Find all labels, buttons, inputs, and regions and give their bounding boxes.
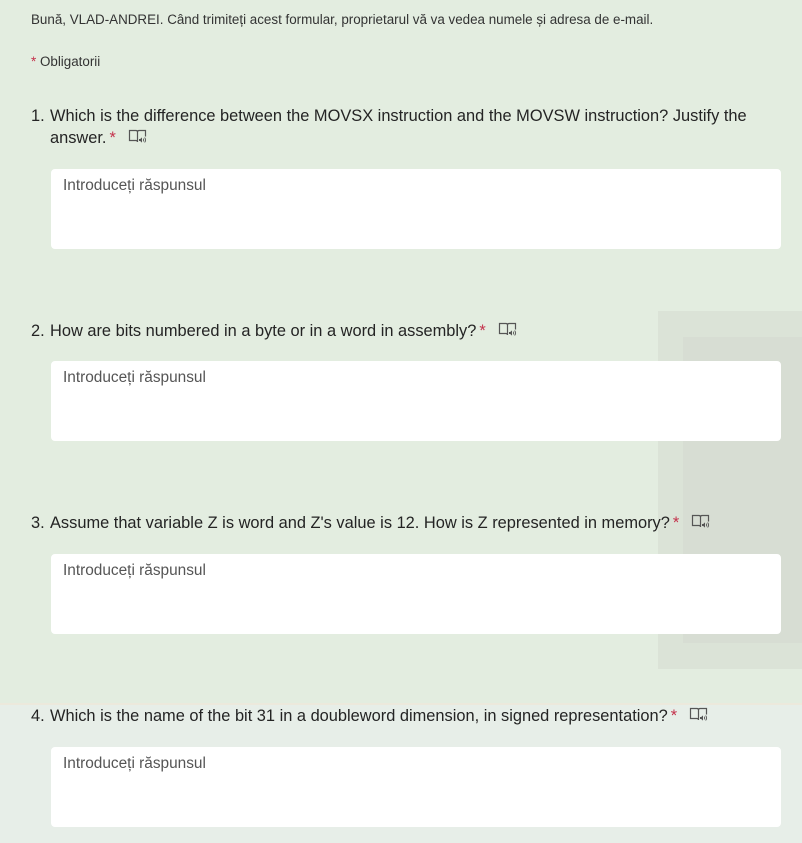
answer-input[interactable]: [52, 170, 780, 248]
required-star: *: [672, 514, 680, 532]
answer-input[interactable]: [52, 748, 780, 826]
required-label: Obligatorii: [39, 54, 101, 69]
required-star: *: [31, 54, 37, 69]
answer-box-1[interactable]: [51, 169, 781, 249]
answer-input[interactable]: [52, 362, 780, 440]
required-star: *: [670, 707, 678, 725]
question-text: Which is the name of the bit 31 in a dou…: [50, 707, 668, 725]
answer-box-3[interactable]: [51, 554, 781, 634]
answer-box-4[interactable]: [51, 747, 781, 827]
question-2: 2. How are bits numbered in a byte or in…: [31, 320, 776, 342]
answer-box-2[interactable]: [51, 361, 781, 441]
required-star: *: [479, 322, 486, 340]
question-text: Which is the difference between the MOVS…: [50, 107, 747, 147]
question-3: 3. Assume that variable Z is word and Z'…: [31, 512, 776, 534]
question-number: 4.: [31, 707, 45, 725]
answer-input[interactable]: [52, 555, 780, 633]
required-star: *: [109, 129, 116, 147]
question-text: How are bits numbered in a byte or in a …: [50, 322, 477, 340]
greeting-text: Bună, VLAD-ANDREI. Când trimiteți acest …: [31, 12, 654, 27]
question-4: 4. Which is the name of the bit 31 in a …: [31, 705, 776, 727]
immersive-reader-icon[interactable]: [689, 706, 708, 723]
required-note: * Obligatorii: [31, 54, 100, 69]
immersive-reader-icon[interactable]: [691, 513, 710, 530]
immersive-reader-icon[interactable]: [498, 321, 517, 338]
question-number: 1.: [31, 107, 45, 125]
question-number: 3.: [31, 514, 45, 532]
question-number: 2.: [31, 322, 45, 340]
question-text: Assume that variable Z is word and Z's v…: [50, 514, 670, 532]
question-1: 1. Which is the difference between the M…: [31, 105, 776, 149]
immersive-reader-icon[interactable]: [128, 128, 147, 145]
